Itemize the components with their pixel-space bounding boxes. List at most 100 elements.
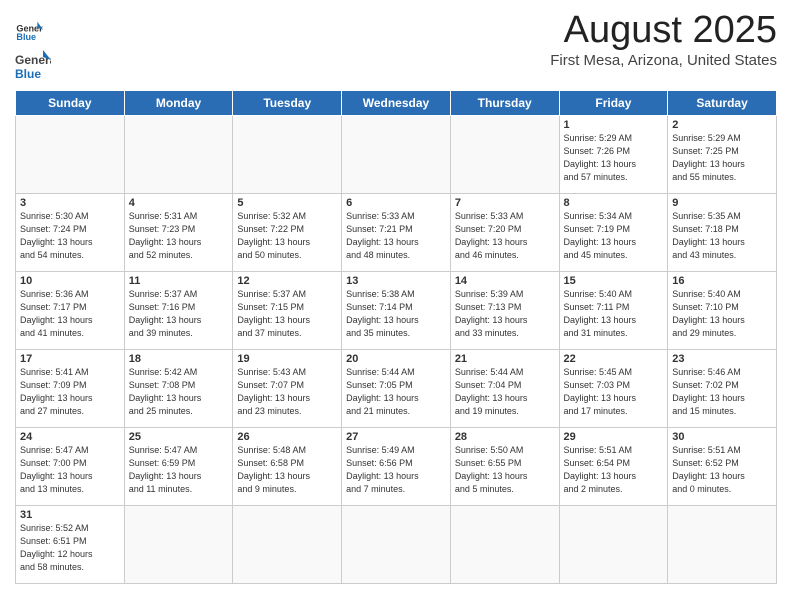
- day-info: Sunrise: 5:51 AM Sunset: 6:52 PM Dayligh…: [672, 444, 772, 496]
- day-number: 2: [672, 119, 772, 131]
- calendar-cell: 5Sunrise: 5:32 AM Sunset: 7:22 PM Daylig…: [233, 194, 342, 272]
- calendar-cell: 10Sunrise: 5:36 AM Sunset: 7:17 PM Dayli…: [16, 272, 125, 350]
- calendar-week-2: 3Sunrise: 5:30 AM Sunset: 7:24 PM Daylig…: [16, 194, 777, 272]
- calendar-cell: 25Sunrise: 5:47 AM Sunset: 6:59 PM Dayli…: [124, 428, 233, 506]
- day-info: Sunrise: 5:38 AM Sunset: 7:14 PM Dayligh…: [346, 288, 446, 340]
- calendar-week-1: 1Sunrise: 5:29 AM Sunset: 7:26 PM Daylig…: [16, 116, 777, 194]
- calendar-cell: 1Sunrise: 5:29 AM Sunset: 7:26 PM Daylig…: [559, 116, 668, 194]
- day-number: 28: [455, 431, 555, 443]
- day-number: 13: [346, 275, 446, 287]
- calendar-cell: 18Sunrise: 5:42 AM Sunset: 7:08 PM Dayli…: [124, 350, 233, 428]
- calendar-week-4: 17Sunrise: 5:41 AM Sunset: 7:09 PM Dayli…: [16, 350, 777, 428]
- calendar-cell: [16, 116, 125, 194]
- day-number: 24: [20, 431, 120, 443]
- calendar-cell: 22Sunrise: 5:45 AM Sunset: 7:03 PM Dayli…: [559, 350, 668, 428]
- day-number: 19: [237, 353, 337, 365]
- calendar-cell: 8Sunrise: 5:34 AM Sunset: 7:19 PM Daylig…: [559, 194, 668, 272]
- day-number: 5: [237, 197, 337, 209]
- calendar-cell: 23Sunrise: 5:46 AM Sunset: 7:02 PM Dayli…: [668, 350, 777, 428]
- day-number: 18: [129, 353, 229, 365]
- calendar-cell: 30Sunrise: 5:51 AM Sunset: 6:52 PM Dayli…: [668, 428, 777, 506]
- day-number: 1: [564, 119, 664, 131]
- calendar-body: 1Sunrise: 5:29 AM Sunset: 7:26 PM Daylig…: [16, 116, 777, 584]
- day-number: 16: [672, 275, 772, 287]
- day-number: 30: [672, 431, 772, 443]
- day-number: 23: [672, 353, 772, 365]
- day-info: Sunrise: 5:37 AM Sunset: 7:16 PM Dayligh…: [129, 288, 229, 340]
- day-number: 9: [672, 197, 772, 209]
- day-info: Sunrise: 5:33 AM Sunset: 7:20 PM Dayligh…: [455, 210, 555, 262]
- calendar-cell: 19Sunrise: 5:43 AM Sunset: 7:07 PM Dayli…: [233, 350, 342, 428]
- calendar-subtitle: First Mesa, Arizona, United States: [550, 52, 777, 69]
- day-number: 11: [129, 275, 229, 287]
- calendar-cell: 24Sunrise: 5:47 AM Sunset: 7:00 PM Dayli…: [16, 428, 125, 506]
- day-number: 14: [455, 275, 555, 287]
- day-number: 7: [455, 197, 555, 209]
- weekday-header-wednesday: Wednesday: [342, 91, 451, 116]
- calendar-cell: [668, 506, 777, 584]
- calendar-cell: 13Sunrise: 5:38 AM Sunset: 7:14 PM Dayli…: [342, 272, 451, 350]
- weekday-header-friday: Friday: [559, 91, 668, 116]
- day-info: Sunrise: 5:52 AM Sunset: 6:51 PM Dayligh…: [20, 522, 120, 574]
- day-number: 3: [20, 197, 120, 209]
- weekday-header-tuesday: Tuesday: [233, 91, 342, 116]
- weekday-header-thursday: Thursday: [450, 91, 559, 116]
- calendar-cell: 16Sunrise: 5:40 AM Sunset: 7:10 PM Dayli…: [668, 272, 777, 350]
- weekday-header-monday: Monday: [124, 91, 233, 116]
- day-number: 10: [20, 275, 120, 287]
- calendar-cell: 28Sunrise: 5:50 AM Sunset: 6:55 PM Dayli…: [450, 428, 559, 506]
- day-info: Sunrise: 5:29 AM Sunset: 7:26 PM Dayligh…: [564, 132, 664, 184]
- calendar-cell: [342, 116, 451, 194]
- day-number: 27: [346, 431, 446, 443]
- calendar-cell: 17Sunrise: 5:41 AM Sunset: 7:09 PM Dayli…: [16, 350, 125, 428]
- day-number: 20: [346, 353, 446, 365]
- calendar-cell: 27Sunrise: 5:49 AM Sunset: 6:56 PM Dayli…: [342, 428, 451, 506]
- calendar-cell: [450, 506, 559, 584]
- calendar-cell: 11Sunrise: 5:37 AM Sunset: 7:16 PM Dayli…: [124, 272, 233, 350]
- day-info: Sunrise: 5:51 AM Sunset: 6:54 PM Dayligh…: [564, 444, 664, 496]
- day-number: 15: [564, 275, 664, 287]
- day-info: Sunrise: 5:42 AM Sunset: 7:08 PM Dayligh…: [129, 366, 229, 418]
- calendar-cell: 21Sunrise: 5:44 AM Sunset: 7:04 PM Dayli…: [450, 350, 559, 428]
- calendar-week-3: 10Sunrise: 5:36 AM Sunset: 7:17 PM Dayli…: [16, 272, 777, 350]
- calendar-cell: [559, 506, 668, 584]
- calendar-cell: 20Sunrise: 5:44 AM Sunset: 7:05 PM Dayli…: [342, 350, 451, 428]
- day-info: Sunrise: 5:37 AM Sunset: 7:15 PM Dayligh…: [237, 288, 337, 340]
- calendar-cell: 14Sunrise: 5:39 AM Sunset: 7:13 PM Dayli…: [450, 272, 559, 350]
- day-info: Sunrise: 5:39 AM Sunset: 7:13 PM Dayligh…: [455, 288, 555, 340]
- day-info: Sunrise: 5:46 AM Sunset: 7:02 PM Dayligh…: [672, 366, 772, 418]
- day-info: Sunrise: 5:50 AM Sunset: 6:55 PM Dayligh…: [455, 444, 555, 496]
- calendar-cell: 9Sunrise: 5:35 AM Sunset: 7:18 PM Daylig…: [668, 194, 777, 272]
- day-info: Sunrise: 5:49 AM Sunset: 6:56 PM Dayligh…: [346, 444, 446, 496]
- day-number: 29: [564, 431, 664, 443]
- calendar-header-row: SundayMondayTuesdayWednesdayThursdayFrid…: [16, 91, 777, 116]
- calendar-cell: [124, 116, 233, 194]
- day-info: Sunrise: 5:40 AM Sunset: 7:10 PM Dayligh…: [672, 288, 772, 340]
- day-info: Sunrise: 5:33 AM Sunset: 7:21 PM Dayligh…: [346, 210, 446, 262]
- calendar-cell: 6Sunrise: 5:33 AM Sunset: 7:21 PM Daylig…: [342, 194, 451, 272]
- calendar-cell: 12Sunrise: 5:37 AM Sunset: 7:15 PM Dayli…: [233, 272, 342, 350]
- calendar-cell: 7Sunrise: 5:33 AM Sunset: 7:20 PM Daylig…: [450, 194, 559, 272]
- calendar-cell: [342, 506, 451, 584]
- day-info: Sunrise: 5:47 AM Sunset: 7:00 PM Dayligh…: [20, 444, 120, 496]
- weekday-header-saturday: Saturday: [668, 91, 777, 116]
- calendar-cell: 3Sunrise: 5:30 AM Sunset: 7:24 PM Daylig…: [16, 194, 125, 272]
- weekday-header-sunday: Sunday: [16, 91, 125, 116]
- calendar-week-6: 31Sunrise: 5:52 AM Sunset: 6:51 PM Dayli…: [16, 506, 777, 584]
- calendar-cell: 2Sunrise: 5:29 AM Sunset: 7:25 PM Daylig…: [668, 116, 777, 194]
- calendar-cell: [124, 506, 233, 584]
- header: General Blue General Blue August 2025 Fi…: [15, 10, 777, 84]
- day-number: 17: [20, 353, 120, 365]
- day-number: 12: [237, 275, 337, 287]
- day-info: Sunrise: 5:44 AM Sunset: 7:05 PM Dayligh…: [346, 366, 446, 418]
- day-info: Sunrise: 5:44 AM Sunset: 7:04 PM Dayligh…: [455, 366, 555, 418]
- day-info: Sunrise: 5:36 AM Sunset: 7:17 PM Dayligh…: [20, 288, 120, 340]
- calendar-cell: 29Sunrise: 5:51 AM Sunset: 6:54 PM Dayli…: [559, 428, 668, 506]
- svg-text:Blue: Blue: [16, 32, 36, 42]
- day-number: 21: [455, 353, 555, 365]
- day-number: 4: [129, 197, 229, 209]
- day-number: 8: [564, 197, 664, 209]
- calendar-table: SundayMondayTuesdayWednesdayThursdayFrid…: [15, 90, 777, 584]
- title-area: August 2025 First Mesa, Arizona, United …: [550, 10, 777, 69]
- day-number: 31: [20, 509, 120, 521]
